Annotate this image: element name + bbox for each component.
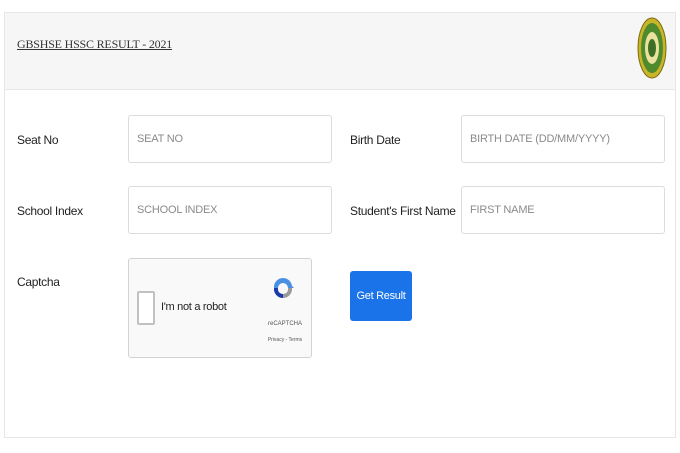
- page-title: GBSHSE HSSC RESULT - 2021: [17, 37, 173, 51]
- school-index-label: School Index: [17, 204, 83, 218]
- recaptcha-links[interactable]: Privacy - Terms: [263, 337, 307, 343]
- seat-no-input[interactable]: [128, 115, 332, 163]
- recaptcha-logo-icon: [273, 277, 294, 299]
- school-index-input[interactable]: [128, 186, 332, 234]
- get-result-button[interactable]: Get Result: [350, 271, 412, 321]
- recaptcha-checkbox[interactable]: [137, 291, 155, 325]
- result-form-card: GBSHSE HSSC RESULT - 2021 Seat No Birth …: [4, 12, 676, 438]
- recaptcha-brand: reCAPTCHA: [267, 321, 302, 327]
- card-header: GBSHSE HSSC RESULT - 2021: [5, 13, 675, 90]
- birth-date-input[interactable]: [461, 115, 665, 163]
- recaptcha-widget: I'm not a robot reCAPTCHA Privacy - Term…: [128, 258, 312, 358]
- birth-date-label: Birth Date: [350, 133, 401, 147]
- first-name-label: Student's First Name: [350, 204, 456, 218]
- seat-no-label: Seat No: [17, 133, 59, 147]
- board-emblem-icon: [637, 17, 667, 79]
- recaptcha-text: I'm not a robot: [161, 301, 227, 313]
- captcha-label: Captcha: [17, 275, 60, 289]
- first-name-input[interactable]: [461, 186, 665, 234]
